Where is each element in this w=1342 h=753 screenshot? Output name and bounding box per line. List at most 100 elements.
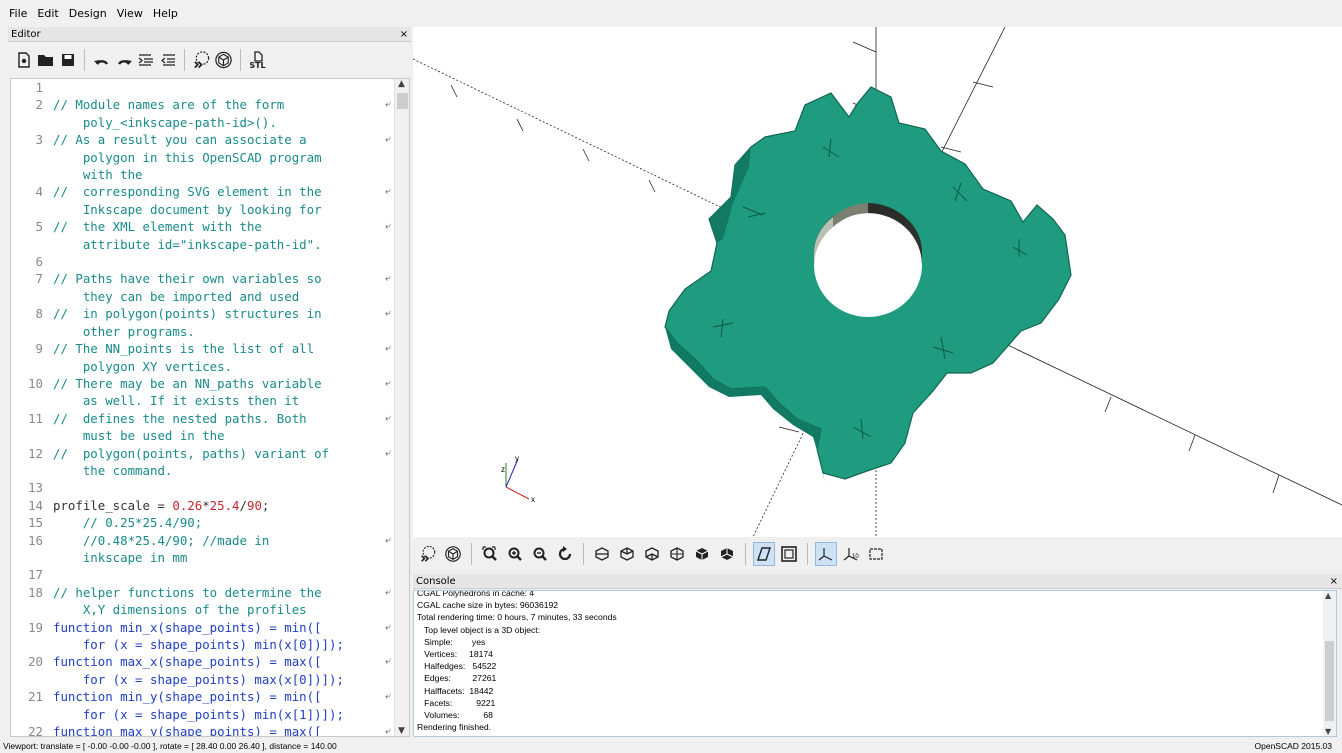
line-number: 14 — [28, 497, 43, 513]
editor-toolbar: STL — [8, 43, 411, 77]
menubar: File Edit Design View Help — [0, 0, 1342, 27]
menu-edit[interactable]: Edit — [32, 7, 63, 20]
line-number: 21 — [28, 689, 43, 705]
menu-help[interactable]: Help — [148, 7, 183, 20]
toolbar-separator — [84, 49, 85, 71]
scroll-thumb[interactable] — [397, 93, 408, 109]
wrap-indicator-icon: ⤶ — [385, 447, 391, 459]
line-number: 4 — [35, 184, 43, 200]
show-axes-icon[interactable] — [815, 542, 837, 566]
editor-close-icon[interactable]: × — [400, 27, 408, 42]
console-panel-title: Console × — [413, 574, 1342, 589]
toolbar-separator — [807, 543, 808, 565]
wrap-indicator-icon: ⤶ — [385, 221, 391, 233]
new-file-icon[interactable] — [14, 49, 33, 71]
code-line: 4 // corresponding SVG element in the Ink… — [11, 183, 395, 218]
code-text: function max_x(shape_points) = max([ for… — [53, 654, 344, 687]
line-number: 5 — [35, 219, 43, 235]
view-left-icon[interactable] — [666, 542, 688, 566]
wrap-indicator-icon: ⤶ — [385, 691, 391, 703]
code-editor[interactable]: 1 2 // Module names are of the form poly_<… — [10, 78, 410, 737]
zoom-in-icon[interactable] — [504, 542, 526, 566]
code-lines: 1 2 // Module names are of the form poly_<… — [11, 79, 395, 737]
stl-label: STL — [249, 60, 266, 70]
indent-icon[interactable] — [136, 49, 155, 71]
export-stl-icon[interactable]: STL — [248, 49, 267, 71]
menu-file[interactable]: File — [4, 7, 32, 20]
reset-view-icon[interactable] — [554, 542, 576, 566]
viewport-status: Viewport: translate = [ -0.00 -0.00 -0.0… — [3, 741, 337, 751]
code-line: 20 function max_x(shape_points) = max([ f… — [11, 653, 395, 688]
line-number: 2 — [35, 97, 43, 113]
code-text: // Paths have their own variables so the… — [53, 271, 322, 304]
wrap-indicator-icon: ⤶ — [385, 534, 391, 546]
wrap-indicator-icon: ⤶ — [385, 412, 391, 424]
line-number: 19 — [28, 619, 43, 635]
code-text: // As a result you can associate a polyg… — [53, 132, 322, 183]
view-right-icon[interactable] — [591, 542, 613, 566]
console-line: CGAL cache size in bytes: 96036192 — [417, 600, 559, 611]
line-number: 17 — [28, 567, 43, 583]
scroll-down-icon[interactable]: ▼ — [398, 726, 405, 736]
preview-icon[interactable] — [417, 542, 439, 566]
scroll-up-icon[interactable]: ▲ — [1325, 591, 1331, 600]
orthogonal-icon[interactable] — [778, 542, 800, 566]
code-text: // 0.25*25.4/90; — [53, 515, 203, 531]
redo-icon[interactable] — [114, 49, 133, 71]
view-front-icon[interactable] — [691, 542, 713, 566]
code-line: 10 // There may be an NN_paths variable a… — [11, 375, 395, 410]
wrap-indicator-icon: ⤶ — [385, 621, 391, 633]
view-back-icon[interactable] — [716, 542, 738, 566]
line-number: 3 — [35, 132, 43, 148]
show-scale-markers-icon[interactable]: 10 — [840, 542, 862, 566]
console-line: Simple: yes — [417, 636, 486, 647]
wrap-indicator-icon: ⤶ — [385, 134, 391, 146]
menu-view[interactable]: View — [112, 7, 148, 20]
menu-design[interactable]: Design — [64, 7, 112, 20]
line-number: 1 — [35, 80, 43, 95]
line-number: 16 — [28, 532, 43, 548]
scroll-up-icon[interactable]: ▲ — [398, 79, 405, 89]
wrap-indicator-icon: ⤶ — [385, 343, 391, 355]
view-all-icon[interactable] — [479, 542, 501, 566]
console-scrollbar[interactable]: ▲ ▼ — [1323, 591, 1336, 736]
open-file-icon[interactable] — [36, 49, 55, 71]
code-line: 3 // As a result you can associate a poly… — [11, 131, 395, 183]
render-icon[interactable] — [442, 542, 464, 566]
line-number: 9 — [35, 341, 43, 357]
console-close-icon[interactable]: × — [1330, 574, 1338, 589]
console-line: Vertices: 18174 — [417, 649, 493, 660]
zoom-out-icon[interactable] — [529, 542, 551, 566]
line-number: 20 — [28, 654, 43, 670]
view-toolbar: 10 — [413, 538, 1342, 570]
code-text: // Module names are of the form poly_<in… — [53, 97, 285, 130]
code-text: // in polygon(points) structures in othe… — [53, 306, 322, 339]
axis-label-y: y — [515, 454, 519, 463]
toolbar-separator — [583, 543, 584, 565]
preview-icon[interactable] — [192, 49, 211, 71]
console-line: Top level object is a 3D object: — [417, 624, 541, 635]
view-top-icon[interactable] — [616, 542, 638, 566]
perspective-icon[interactable] — [753, 542, 775, 566]
wrap-indicator-icon: ⤶ — [385, 726, 391, 737]
toolbar-separator — [471, 543, 472, 565]
code-text: // corresponding SVG element in the Inks… — [53, 184, 322, 217]
code-text: function max_y(shape_points) = max([ for… — [53, 724, 322, 737]
editor-scrollbar[interactable]: ▲ ▼ — [394, 79, 409, 736]
view-bottom-icon[interactable] — [641, 542, 663, 566]
line-number: 10 — [28, 375, 43, 391]
3d-viewport[interactable]: z y x — [413, 27, 1342, 537]
unindent-icon[interactable] — [158, 49, 177, 71]
scroll-down-icon[interactable]: ▼ — [1325, 727, 1331, 736]
code-line: 9 // The NN_points is the list of all pol… — [11, 340, 395, 375]
status-bar: Viewport: translate = [ -0.00 -0.00 -0.0… — [0, 739, 1342, 753]
undo-icon[interactable] — [92, 49, 111, 71]
render-icon[interactable] — [214, 49, 233, 71]
toolbar-separator — [745, 543, 746, 565]
save-file-icon[interactable] — [58, 49, 77, 71]
show-edges-icon[interactable] — [865, 542, 887, 566]
console-output[interactable]: CGAL Polyhedrons in cache: 4 CGAL cache s… — [413, 590, 1337, 737]
scroll-thumb[interactable] — [1325, 641, 1334, 721]
